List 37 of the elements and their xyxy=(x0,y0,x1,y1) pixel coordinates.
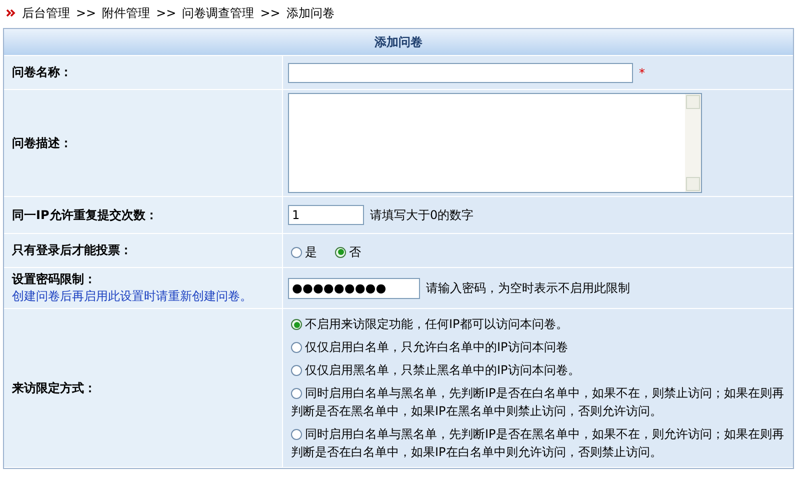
breadcrumb-item[interactable]: 后台管理 xyxy=(22,4,70,22)
field-label: 同一IP允许重复提交次数： xyxy=(12,206,158,224)
field-label: 设置密码限制： xyxy=(12,271,97,288)
radio-button[interactable] xyxy=(291,342,302,353)
radio-button[interactable] xyxy=(335,246,346,258)
radio-label[interactable]: 否 xyxy=(349,244,361,260)
radio-label[interactable]: 仅仅启用黑名单，只禁止黑名单中的IP访问本问卷。 xyxy=(291,361,788,379)
number-field[interactable]: 1 xyxy=(288,205,364,225)
breadcrumb-item[interactable]: 问卷调查管理 xyxy=(182,4,254,22)
breadcrumb-item[interactable]: 附件管理 xyxy=(102,4,150,22)
breadcrumb-item[interactable]: 添加问卷 xyxy=(286,4,334,22)
password-field[interactable]: ●●●●●●●●● xyxy=(288,278,420,298)
note-text: 创建问卷后再启用此设置时请重新创建问卷。 xyxy=(12,288,253,305)
radio-label[interactable]: 同时启用白名单与黑名单，先判断IP是否在白名单中，如果不在，则禁止访问；如果在则再判断是否在黑名单中，如果IP在黑名单中则禁止访问，否则允许访问。 xyxy=(291,384,788,420)
radio-label[interactable]: 仅仅启用白名单，只允许白名单中的IP访问本问卷 xyxy=(291,338,788,356)
field-label: 只有登录后才能投票： xyxy=(12,242,133,259)
hint-text: 请填写大于0的数字 xyxy=(370,206,474,224)
radio-button[interactable] xyxy=(291,319,302,330)
radio-label[interactable]: 同时启用白名单与黑名单，先判断IP是否在黑名单中，如果不在，则允许访问；如果在则再判断是否在白名单中，如果IP在白名单中则允许访问，否则禁止访问。 xyxy=(291,425,788,461)
radio-label[interactable]: 不启用来访限定功能，任何IP都可以访问本问卷。 xyxy=(291,315,788,333)
breadcrumb-separator: >> xyxy=(260,6,280,20)
text-field[interactable] xyxy=(288,62,633,82)
radio-button[interactable] xyxy=(291,246,302,258)
required-mark: * xyxy=(639,66,645,80)
field-label: 问卷描述： xyxy=(12,134,73,152)
breadcrumb-separator: >> xyxy=(76,6,96,20)
double-chevron-icon xyxy=(6,8,16,18)
radio-button[interactable] xyxy=(291,365,302,376)
field-label: 来访限定方式： xyxy=(12,380,97,396)
radio-button[interactable] xyxy=(291,388,302,399)
textarea-field[interactable] xyxy=(288,93,702,193)
hint-text: 请输入密码，为空时表示不启用此限制 xyxy=(426,280,630,296)
radio-button[interactable] xyxy=(291,429,302,440)
radio-label[interactable]: 是 xyxy=(305,244,317,260)
form-title: 添加问卷 xyxy=(4,29,793,56)
breadcrumb-separator: >> xyxy=(156,6,176,20)
field-label: 问卷名称： xyxy=(12,64,73,81)
